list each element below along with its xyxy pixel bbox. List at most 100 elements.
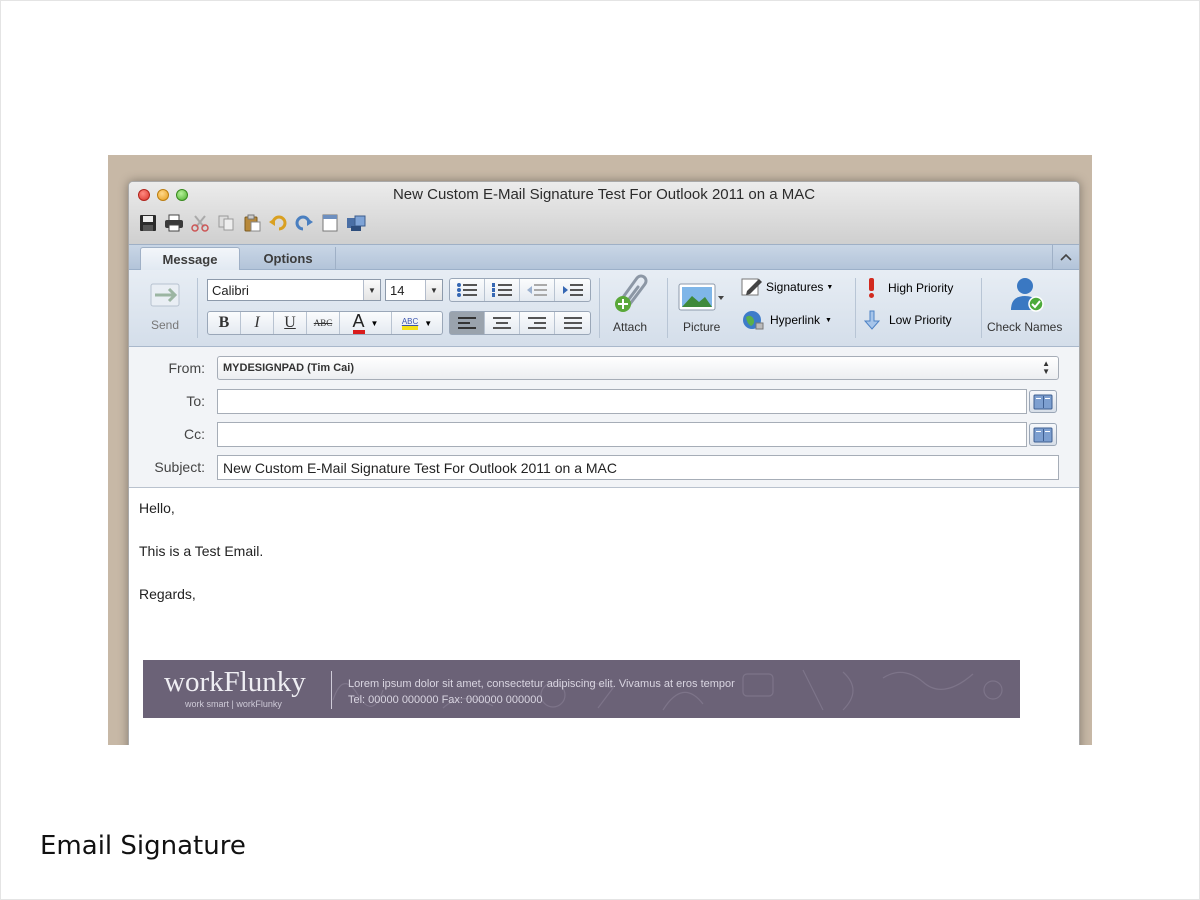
ribbon-tabs: Message Options [129, 244, 1079, 270]
underline-button[interactable]: U [274, 312, 307, 334]
italic-button[interactable]: I [241, 312, 274, 334]
font-color-button[interactable]: A ▼ [340, 312, 392, 334]
signature-line-1: Lorem ipsum dolor sit amet, consectetur … [348, 678, 735, 690]
to-label: To: [186, 393, 205, 409]
screenshot-frame: New Custom E-Mail Signature Test For Out… [108, 155, 1092, 745]
ribbon: Send Calibri ▼ 14 ▼ B I U ABC A ▼ ABC ▼ … [129, 270, 1079, 347]
font-size-value: 14 [390, 282, 405, 298]
align-right-button[interactable] [520, 312, 555, 334]
chevron-up-icon [1060, 253, 1072, 261]
quick-access-toolbar [138, 213, 366, 233]
arrow-down-icon [863, 310, 881, 330]
message-body[interactable]: Hello, This is a Test Email. Regards, wo… [129, 488, 1079, 745]
tab-message[interactable]: Message [140, 247, 240, 270]
check-names-icon [1011, 278, 1044, 312]
print-icon[interactable] [164, 213, 184, 233]
strikethrough-button[interactable]: ABC [307, 312, 340, 334]
align-left-icon [458, 317, 476, 329]
align-center-icon [493, 317, 511, 329]
font-size-select[interactable]: 14 ▼ [385, 279, 443, 301]
paragraph-list-group [449, 278, 591, 302]
paste-icon[interactable] [242, 213, 262, 233]
compose-window: New Custom E-Mail Signature Test For Out… [128, 181, 1080, 745]
subject-label: Subject: [154, 459, 205, 475]
exclamation-icon [869, 278, 874, 298]
address-book-icon [1033, 427, 1053, 442]
from-select[interactable]: MYDESIGNPAD (Tim Cai) ▲ ▼ [217, 356, 1059, 380]
high-priority-button[interactable]: High Priority [863, 276, 979, 300]
justify-button[interactable] [555, 312, 590, 334]
signature-divider [331, 671, 332, 709]
to-input[interactable] [217, 389, 1027, 414]
chevron-down-icon: ▼ [424, 318, 433, 328]
ribbon-separator [855, 278, 856, 338]
sync-icon[interactable] [346, 213, 366, 233]
check-names-label: Check Names [987, 320, 1063, 334]
increase-indent-icon [562, 284, 583, 296]
font-name-value: Calibri [212, 282, 249, 298]
bullet-list-icon [457, 283, 477, 297]
signatures-label: Signatures [766, 280, 824, 294]
signature-tagline: work smart | workFlunky [185, 699, 282, 709]
picture-icon [678, 283, 724, 311]
document-icon[interactable] [320, 213, 340, 233]
body-line: This is a Test Email. [139, 543, 264, 559]
email-signature-banner: workFlunky work smart | workFlunky Lorem… [143, 660, 1020, 718]
align-left-button[interactable] [450, 312, 485, 334]
align-right-icon [528, 317, 546, 329]
character-format-group: B I U ABC A ▼ ABC ▼ [207, 311, 443, 335]
copy-icon[interactable] [216, 213, 236, 233]
justify-icon [563, 317, 582, 329]
bold-button[interactable]: B [208, 312, 241, 334]
font-color-letter: A [352, 312, 365, 334]
collapse-ribbon-button[interactable] [1052, 245, 1079, 269]
low-priority-button[interactable]: Low Priority [863, 308, 979, 332]
cc-input[interactable] [217, 422, 1027, 447]
picture-button[interactable]: Picture [675, 274, 733, 340]
high-priority-label: High Priority [888, 281, 954, 295]
ribbon-separator [667, 278, 668, 338]
redo-icon[interactable] [294, 213, 314, 233]
window-title: New Custom E-Mail Signature Test For Out… [392, 186, 816, 203]
signatures-button[interactable]: Signatures ▼ [741, 276, 851, 298]
alignment-group [449, 311, 591, 335]
send-button[interactable]: Send [145, 278, 185, 332]
ribbon-separator [197, 278, 198, 338]
check-names-button[interactable]: Check Names [985, 272, 1075, 342]
undo-icon[interactable] [268, 213, 288, 233]
tab-options[interactable]: Options [241, 247, 336, 269]
attach-label: Attach [613, 320, 648, 334]
attach-button[interactable]: Attach [607, 274, 659, 340]
send-label: Send [151, 318, 180, 332]
from-label: From: [168, 360, 205, 376]
cc-address-book-button[interactable] [1029, 423, 1057, 446]
hyperlink-button[interactable]: Hyperlink ▼ [741, 308, 851, 332]
highlight-letters: ABC [401, 317, 419, 330]
ribbon-separator [599, 278, 600, 338]
decrease-indent-button[interactable] [520, 279, 555, 301]
font-name-select[interactable]: Calibri ▼ [207, 279, 381, 301]
chevron-down-icon: ▼ [425, 280, 442, 300]
hyperlink-label: Hyperlink [770, 313, 821, 327]
low-priority-label: Low Priority [889, 313, 952, 327]
to-address-book-button[interactable] [1029, 390, 1057, 413]
bullets-button[interactable] [450, 279, 485, 301]
numbering-button[interactable] [485, 279, 520, 301]
decrease-indent-icon [527, 284, 547, 296]
from-value: MYDESIGNPAD (Tim Cai) [223, 362, 354, 374]
page-caption: Email Signature [40, 831, 246, 861]
paperclip-icon [615, 274, 648, 312]
send-icon [150, 283, 180, 307]
save-icon[interactable] [138, 213, 158, 233]
cc-label: Cc: [184, 426, 205, 442]
address-book-icon [1033, 394, 1053, 409]
increase-indent-button[interactable] [555, 279, 590, 301]
signature-logo: workFlunky [164, 666, 306, 698]
highlight-button[interactable]: ABC ▼ [392, 312, 442, 334]
chevron-down-icon: ▼ [825, 316, 832, 324]
align-center-button[interactable] [485, 312, 520, 334]
chevron-down-icon: ▼ [370, 318, 379, 328]
cut-icon[interactable] [190, 213, 210, 233]
subject-input[interactable]: New Custom E-Mail Signature Test For Out… [217, 455, 1059, 480]
picture-label: Picture [683, 320, 721, 334]
